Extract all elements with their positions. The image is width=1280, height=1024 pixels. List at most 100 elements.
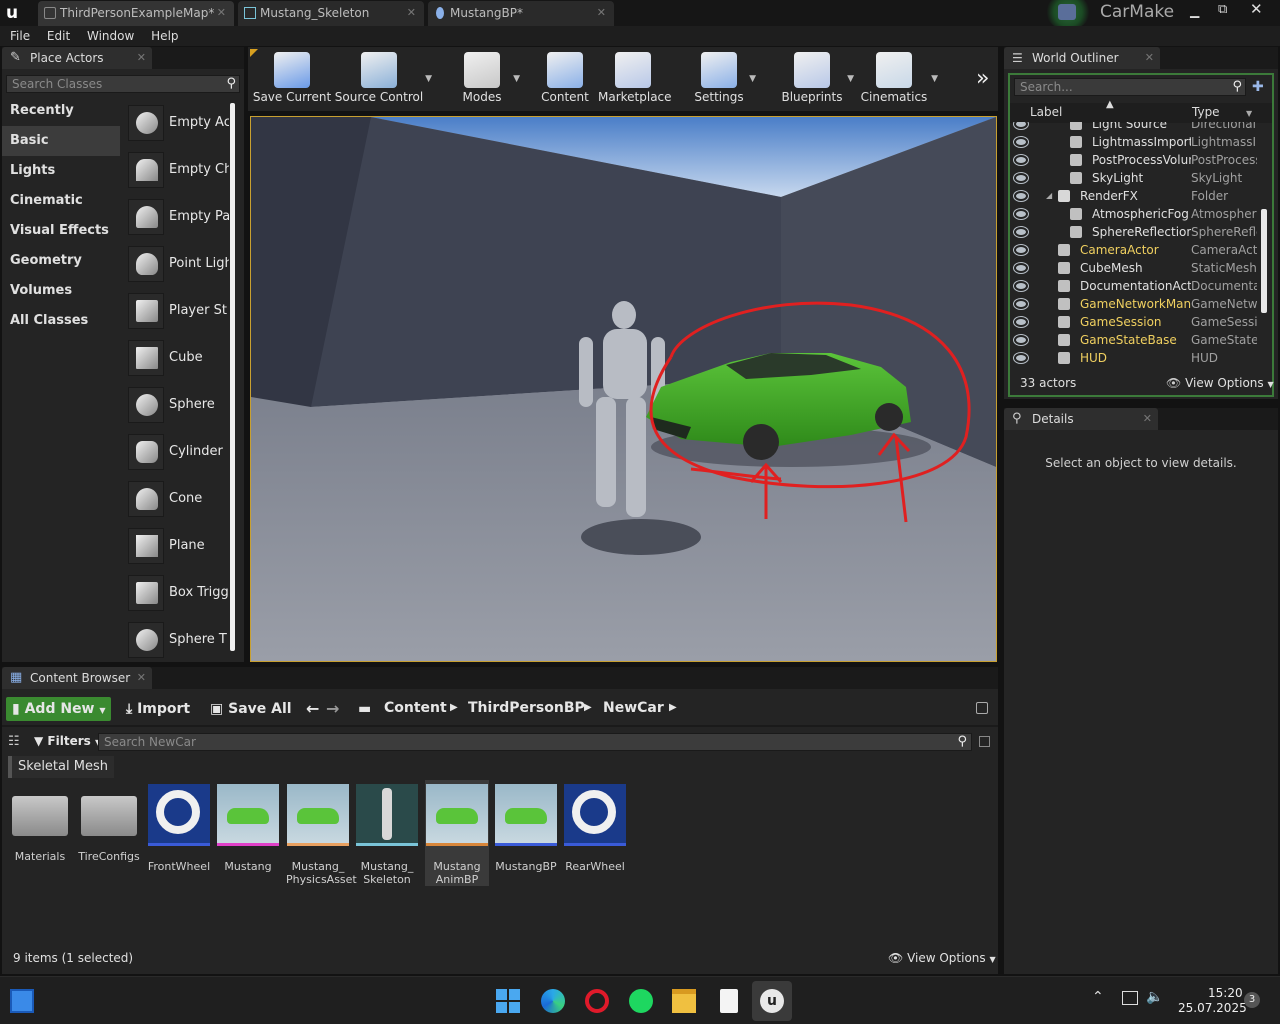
breadcrumb-content[interactable]: Content — [384, 697, 447, 719]
file-explorer-icon[interactable] — [672, 989, 696, 1013]
outliner-row[interactable]: AtmosphericFogAtmospheric — [1010, 205, 1266, 223]
outliner-row[interactable]: ◢ RenderFX Folder — [1010, 187, 1266, 205]
asset-tile[interactable]: FrontWheel — [147, 784, 211, 873]
visibility-eye-icon[interactable] — [1014, 173, 1028, 183]
asset-tile[interactable]: Mustang_ PhysicsAsset — [286, 784, 357, 886]
spotify-icon[interactable] — [629, 989, 653, 1013]
outliner-row[interactable]: LightmassImporta LightmassIn — [1010, 133, 1266, 151]
menu-help[interactable]: Help — [151, 26, 178, 46]
opera-browser-icon[interactable] — [585, 989, 609, 1013]
close-icon[interactable]: ✕ — [1145, 47, 1154, 69]
toolbar-button[interactable]: Blueprints ▼ — [778, 48, 854, 110]
close-icon[interactable]: ✕ — [1143, 408, 1152, 430]
notepad-icon[interactable] — [720, 989, 738, 1013]
tab-blueprint[interactable]: MustangBP* ✕ — [428, 1, 614, 26]
chevron-down-icon[interactable]: ▼ — [931, 74, 938, 84]
visibility-eye-icon[interactable] — [1014, 191, 1028, 201]
filters-button[interactable]: ▼ Filters ▼ — [34, 734, 101, 748]
close-window-button[interactable]: ✕ — [1250, 0, 1264, 18]
breadcrumb-thirdpersonbp[interactable]: ThirdPersonBP — [468, 697, 585, 719]
toolbar-button[interactable]: Marketplace — [598, 48, 672, 110]
breadcrumb-separator-icon[interactable]: ▶ — [450, 697, 458, 719]
widgets-icon[interactable] — [10, 989, 34, 1013]
clock-time[interactable]: 15:20 — [1208, 986, 1243, 1000]
outliner-row[interactable]: SkyLight SkyLight — [1010, 169, 1266, 187]
chevron-down-icon[interactable]: ▼ — [749, 74, 756, 84]
outliner-row[interactable]: PostProcessVolun PostProcess — [1010, 151, 1266, 169]
history-back-button[interactable]: ← — [306, 697, 319, 721]
visibility-eye-icon[interactable] — [1014, 263, 1028, 273]
toolbar-overflow-button[interactable]: » — [976, 66, 989, 91]
save-search-icon[interactable] — [979, 736, 990, 747]
outliner-view-options[interactable]: 👁 View Options ▼ — [1166, 376, 1274, 390]
actor-item[interactable]: Box Trigg — [126, 571, 229, 615]
outliner-search-input[interactable]: Search... ⚲ — [1014, 78, 1246, 96]
windows-start-icon[interactable] — [496, 989, 520, 1013]
asset-tile[interactable]: Mustang — [216, 784, 280, 873]
visibility-eye-icon[interactable] — [1014, 227, 1028, 237]
asset-tile[interactable]: MustangBP — [494, 784, 558, 873]
details-tab[interactable]: ⚲ Details ✕ — [1004, 408, 1158, 430]
close-icon[interactable]: ✕ — [407, 1, 416, 25]
breadcrumb-newcar[interactable]: NewCar — [603, 697, 664, 719]
visibility-eye-icon[interactable] — [1014, 245, 1028, 255]
type-dropdown-icon[interactable]: ▼ — [1246, 109, 1252, 118]
close-icon[interactable]: ✕ — [217, 1, 226, 25]
category-item[interactable]: Recently Placed — [2, 96, 120, 148]
show-hidden-icons[interactable]: ⌃ — [1092, 989, 1104, 1005]
asset-tile[interactable]: Materials — [8, 784, 72, 863]
chevron-down-icon[interactable]: ▼ — [513, 74, 520, 84]
notification-badge[interactable]: 3 — [1244, 992, 1260, 1008]
outliner-row[interactable]: GameStateBase GameStateB — [1010, 331, 1266, 349]
close-icon[interactable]: ✕ — [597, 1, 606, 25]
add-new-button[interactable]: ▮ Add New ▼ — [6, 697, 111, 721]
visibility-eye-icon[interactable] — [1014, 155, 1028, 165]
chevron-down-icon[interactable]: ▼ — [425, 74, 432, 84]
chevron-down-icon[interactable]: ▼ — [847, 74, 854, 84]
save-all-button[interactable]: ▣ Save All — [210, 697, 292, 721]
clock-date[interactable]: 25.07.2025 — [1178, 1001, 1247, 1015]
tab-skeleton[interactable]: Mustang_Skeleton ✕ — [238, 1, 424, 26]
outliner-row[interactable]: SphereReflectionCSphereRefle — [1010, 223, 1266, 241]
outliner-row[interactable]: CubeMesh StaticMeshA — [1010, 259, 1266, 277]
asset-tile[interactable]: Mustang AnimBP — [425, 780, 489, 886]
visibility-eye-icon[interactable] — [1014, 317, 1028, 327]
minimize-button[interactable]: ▁ — [1190, 4, 1204, 18]
menu-file[interactable]: File — [10, 26, 30, 46]
content-search-input[interactable]: Search NewCar ⚲ — [98, 733, 972, 751]
filter-chip[interactable]: Skeletal Mesh — [8, 756, 114, 778]
visibility-eye-icon[interactable] — [1014, 209, 1028, 219]
outliner-row[interactable]: CameraActor CameraActo — [1010, 241, 1266, 259]
close-icon[interactable]: ✕ — [137, 667, 146, 689]
content-browser-tab[interactable]: ▦ Content Browser ✕ — [2, 667, 152, 689]
network-icon[interactable] — [1122, 991, 1138, 1005]
lock-icon[interactable] — [976, 702, 988, 714]
history-forward-button[interactable]: → — [326, 697, 339, 721]
visibility-eye-icon[interactable] — [1014, 137, 1028, 147]
maximize-button[interactable]: ⧉ — [1218, 2, 1232, 17]
breadcrumb-separator-icon[interactable]: ▶ — [584, 697, 592, 719]
visibility-eye-icon[interactable] — [1014, 335, 1028, 345]
edge-browser-icon[interactable] — [541, 989, 565, 1013]
asset-tile[interactable]: Mustang_ Skeleton — [355, 784, 419, 886]
outliner-row[interactable]: GameNetworkManagGameNetwo — [1010, 295, 1266, 313]
outliner-row[interactable]: HUD HUD — [1010, 349, 1266, 367]
actor-item[interactable]: Sphere — [126, 383, 228, 427]
add-actor-icon[interactable]: ✚ — [1252, 79, 1268, 95]
unreal-editor-taskbar-button[interactable]: u — [752, 981, 792, 1021]
expand-arrow-icon[interactable]: ◢ — [1046, 187, 1052, 205]
volume-icon[interactable]: 🔈 — [1146, 989, 1163, 1005]
type-column-header[interactable]: Type — [1192, 105, 1220, 119]
actor-item[interactable]: Plane — [126, 524, 228, 568]
visibility-eye-icon[interactable] — [1014, 299, 1028, 309]
actor-item[interactable]: Cone — [126, 477, 228, 521]
visibility-eye-icon[interactable] — [1014, 353, 1028, 363]
sources-toggle-icon[interactable]: ☷ — [8, 734, 20, 749]
toolbar-button[interactable]: Save Current — [252, 48, 332, 110]
actor-item[interactable]: Cylinder — [126, 430, 228, 474]
toolbar-button[interactable]: Cinematics ▼ — [858, 48, 938, 110]
search-classes-input[interactable]: Search Classes ⚲ — [6, 75, 240, 93]
outliner-row[interactable]: DocumentationActorDocumentat — [1010, 277, 1266, 295]
toolbar-button[interactable]: Content — [540, 48, 590, 110]
outliner-row[interactable]: GameSession GameSessio — [1010, 313, 1266, 331]
